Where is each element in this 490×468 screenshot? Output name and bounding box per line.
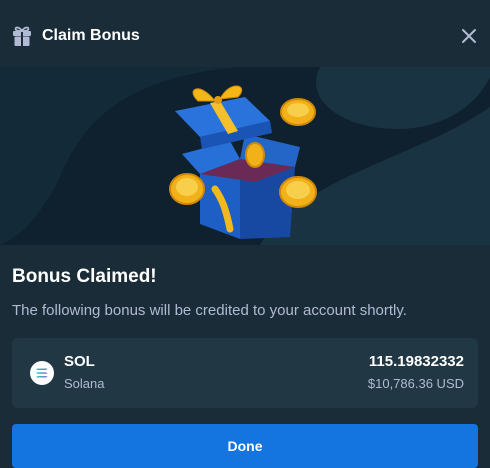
- solana-icon: [30, 361, 54, 385]
- currency-card: SOL Solana 115.19832332 $10,786.36 USD: [12, 338, 478, 408]
- claim-bonus-modal: Claim Bonus Bonus Claimed! The following…: [0, 0, 490, 468]
- bonus-banner: [0, 67, 490, 245]
- gift-icon: [13, 26, 31, 46]
- bonus-claimed-heading: Bonus Claimed!: [12, 266, 157, 287]
- currency-name: Solana: [64, 376, 105, 391]
- modal-title: Claim Bonus: [42, 27, 140, 44]
- bonus-usd-value: $10,786.36 USD: [367, 376, 464, 391]
- bonus-description: The following bonus will be credited to …: [12, 302, 407, 319]
- done-button[interactable]: Done: [12, 424, 478, 468]
- done-button-label: Done: [227, 438, 263, 454]
- gift-box-illustration: [169, 85, 317, 239]
- currency-symbol: SOL: [64, 353, 95, 370]
- close-icon[interactable]: [459, 26, 479, 46]
- modal-header: Claim Bonus: [0, 0, 490, 67]
- bonus-amount: 115.19832332: [368, 353, 464, 370]
